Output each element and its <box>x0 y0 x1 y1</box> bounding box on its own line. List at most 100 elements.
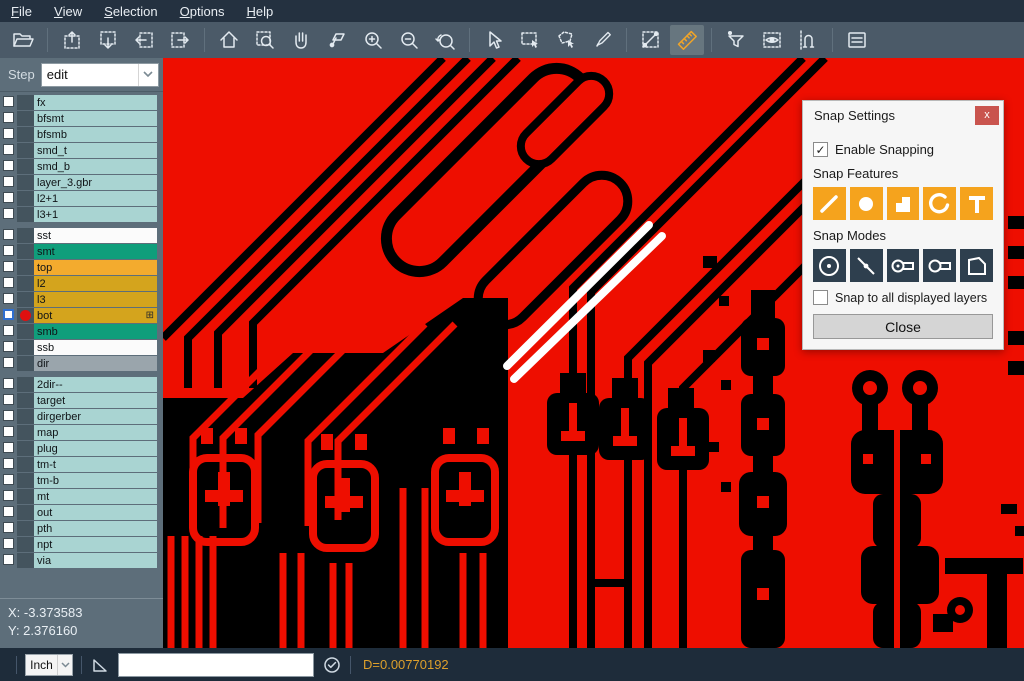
vertex-move-button[interactable] <box>320 25 354 55</box>
layer-row[interactable]: npt <box>0 537 163 552</box>
layer-visibility-checkbox[interactable] <box>3 506 14 517</box>
layer-row[interactable]: map <box>0 425 163 440</box>
chevron-down-icon[interactable] <box>57 655 72 675</box>
toggle-visibility-button[interactable] <box>755 25 789 55</box>
snap-feature-line-button[interactable] <box>813 187 846 220</box>
zoom-area-button[interactable] <box>248 25 282 55</box>
layer-visibility-checkbox[interactable] <box>3 309 14 320</box>
sync-check-icon[interactable] <box>322 655 342 675</box>
brush-select-button[interactable] <box>585 25 619 55</box>
snap-feature-surface-button[interactable] <box>887 187 920 220</box>
snap-mode-pad-exit-button[interactable] <box>923 249 956 282</box>
angle-mode-icon[interactable] <box>90 655 110 675</box>
layer-visibility-checkbox[interactable] <box>3 458 14 469</box>
layer-visibility-checkbox[interactable] <box>3 245 14 256</box>
snap-button[interactable] <box>791 25 825 55</box>
layer-visibility-checkbox[interactable] <box>3 357 14 368</box>
layer-row[interactable]: bfsmt <box>0 111 163 126</box>
layer-row[interactable]: plug <box>0 441 163 456</box>
layer-row[interactable]: 2dir-- <box>0 377 163 392</box>
layer-name-label[interactable]: layer_3.gbr <box>34 175 157 190</box>
layer-name-label[interactable]: plug <box>34 441 157 456</box>
snap-mode-center-button[interactable] <box>813 249 846 282</box>
layer-visibility-checkbox[interactable] <box>3 378 14 389</box>
measure-distance-button[interactable] <box>634 25 668 55</box>
layer-name-label[interactable]: top <box>34 260 157 275</box>
layer-row[interactable]: dir <box>0 356 163 371</box>
rect-select-button[interactable] <box>513 25 547 55</box>
snap-mode-midpoint-button[interactable] <box>850 249 883 282</box>
pointer-select-button[interactable] <box>477 25 511 55</box>
polygon-select-button[interactable] <box>549 25 583 55</box>
layer-row[interactable]: l2 <box>0 276 163 291</box>
layer-name-label[interactable]: dir <box>34 356 157 371</box>
layer-visibility-checkbox[interactable] <box>3 261 14 272</box>
layer-row[interactable]: tm-t <box>0 457 163 472</box>
layer-name-label[interactable]: tm-b <box>34 473 157 488</box>
filter-button[interactable] <box>719 25 753 55</box>
layer-visibility-checkbox[interactable] <box>3 144 14 155</box>
enable-snapping-checkbox[interactable]: ✓ <box>813 142 828 157</box>
layer-name-label[interactable]: npt <box>34 537 157 552</box>
snap-mode-pad-enter-button[interactable] <box>887 249 920 282</box>
layer-visibility-checkbox[interactable] <box>3 128 14 139</box>
ruler-button[interactable] <box>670 25 704 55</box>
snap-mode-corner-button[interactable] <box>960 249 993 282</box>
menu-view[interactable]: View <box>43 0 93 22</box>
layer-visibility-checkbox[interactable] <box>3 229 14 240</box>
snap-dialog-titlebar[interactable]: Snap Settings x <box>803 101 1003 129</box>
pan-up-button[interactable] <box>55 25 89 55</box>
menu-options[interactable]: Options <box>169 0 236 22</box>
layer-row[interactable]: target <box>0 393 163 408</box>
open-button[interactable] <box>6 25 40 55</box>
layer-visibility-checkbox[interactable] <box>3 96 14 107</box>
layer-row[interactable]: l2+1 <box>0 191 163 206</box>
pan-right-button[interactable] <box>163 25 197 55</box>
layer-row[interactable]: smb <box>0 324 163 339</box>
snap-feature-text-button[interactable] <box>960 187 993 220</box>
layer-name-label[interactable]: bfsmb <box>34 127 157 142</box>
layer-row[interactable]: via <box>0 553 163 568</box>
layer-row[interactable]: layer_3.gbr <box>0 175 163 190</box>
layer-name-label[interactable]: smd_b <box>34 159 157 174</box>
snap-feature-pad-button[interactable] <box>850 187 883 220</box>
close-button[interactable]: Close <box>813 314 993 339</box>
layer-row[interactable]: top <box>0 260 163 275</box>
layer-visibility-checkbox[interactable] <box>3 490 14 501</box>
layer-visibility-checkbox[interactable] <box>3 325 14 336</box>
layer-name-label[interactable]: l2+1 <box>34 191 157 206</box>
pan-hand-button[interactable] <box>284 25 318 55</box>
chevron-down-icon[interactable] <box>138 64 158 86</box>
snap-feature-arc-button[interactable] <box>923 187 956 220</box>
layer-row[interactable]: mt <box>0 489 163 504</box>
layer-row[interactable]: tm-b <box>0 473 163 488</box>
layer-name-label[interactable]: l3+1 <box>34 207 157 222</box>
layer-row[interactable]: ssb <box>0 340 163 355</box>
home-view-button[interactable] <box>212 25 246 55</box>
layers-panel-button[interactable] <box>840 25 874 55</box>
layer-visibility-checkbox[interactable] <box>3 208 14 219</box>
layer-row[interactable]: dirgerber <box>0 409 163 424</box>
step-select[interactable]: edit <box>41 63 159 87</box>
layer-name-label[interactable]: sst <box>34 228 157 243</box>
snap-all-layers-checkbox[interactable] <box>813 290 828 305</box>
layer-visibility-checkbox[interactable] <box>3 410 14 421</box>
layer-name-label[interactable]: pth <box>34 521 157 536</box>
pan-left-button[interactable] <box>127 25 161 55</box>
layer-visibility-checkbox[interactable] <box>3 442 14 453</box>
layer-visibility-checkbox[interactable] <box>3 160 14 171</box>
pcb-canvas[interactable]: Snap Settings x ✓ Enable Snapping Snap F… <box>163 58 1024 648</box>
close-icon[interactable]: x <box>975 106 999 125</box>
zoom-out-button[interactable] <box>392 25 426 55</box>
layer-name-label[interactable]: map <box>34 425 157 440</box>
layer-name-label[interactable]: dirgerber <box>34 409 157 424</box>
layer-visibility-checkbox[interactable] <box>3 112 14 123</box>
layer-name-label[interactable]: bot⊞ <box>34 308 157 323</box>
layer-row[interactable]: sst <box>0 228 163 243</box>
zoom-previous-button[interactable] <box>428 25 462 55</box>
layer-name-label[interactable]: tm-t <box>34 457 157 472</box>
pan-down-button[interactable] <box>91 25 125 55</box>
layer-name-label[interactable]: smb <box>34 324 157 339</box>
layer-row[interactable]: out <box>0 505 163 520</box>
layer-name-label[interactable]: target <box>34 393 157 408</box>
